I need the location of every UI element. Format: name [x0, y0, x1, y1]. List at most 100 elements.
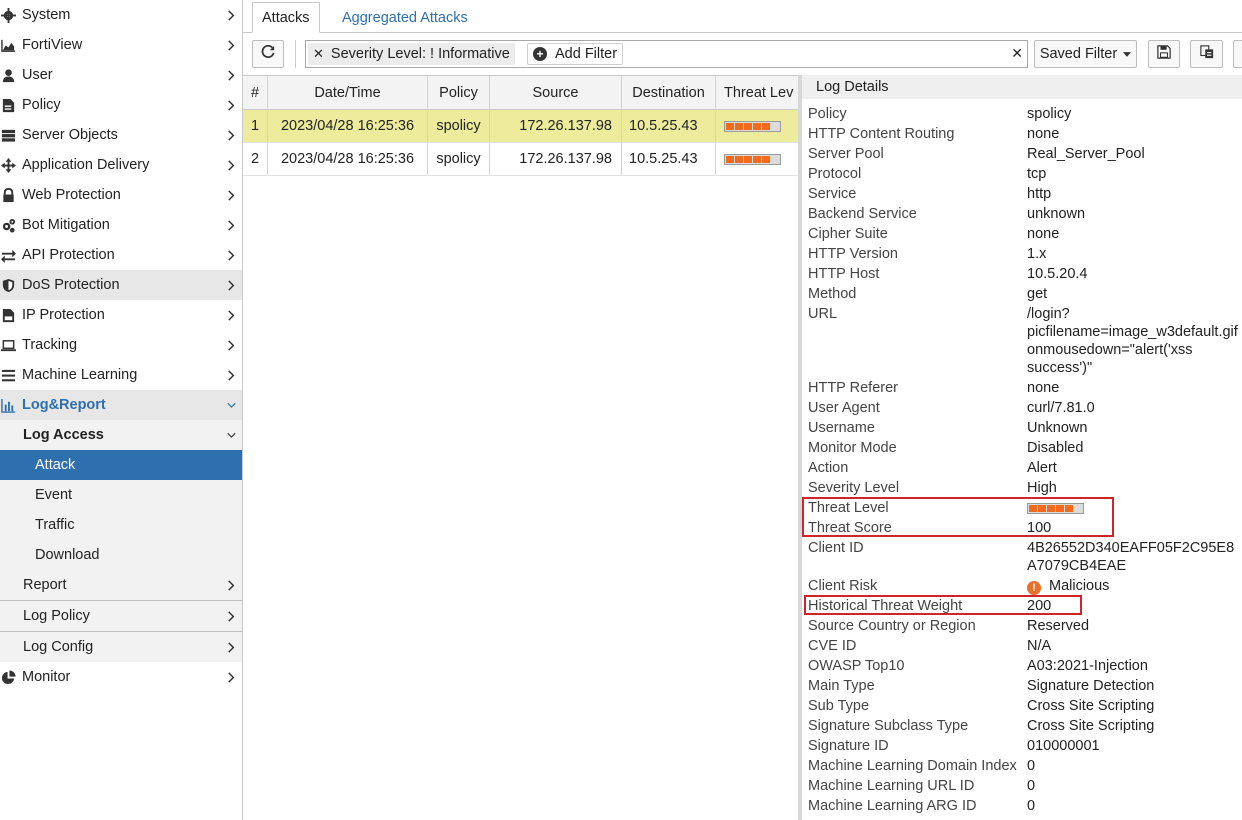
- sidebar-item-monitor[interactable]: Monitor: [0, 662, 242, 692]
- warning-icon: !: [1027, 581, 1041, 595]
- sidebar-item-attack[interactable]: Attack: [0, 450, 242, 480]
- lock-icon: [0, 187, 22, 203]
- more-button[interactable]: [1233, 40, 1242, 68]
- caret-down-icon: [1123, 51, 1132, 57]
- sidebar-item-system[interactable]: System: [0, 0, 242, 30]
- laptop-icon: [0, 338, 22, 353]
- threat-segment: [771, 122, 779, 130]
- sidebar-item-label: API Protection: [22, 247, 115, 263]
- sidebar-item-label: Log Config: [23, 639, 94, 655]
- col-header-num[interactable]: #: [243, 76, 268, 109]
- add-filter-button[interactable]: + Add Filter: [527, 43, 624, 65]
- sidebar-item-label: Application Delivery: [22, 157, 150, 173]
- detail-key: Sub Type: [808, 698, 870, 714]
- sidebar-item-log-report[interactable]: Log&Report: [0, 390, 242, 420]
- detail-value: Reserved: [1027, 618, 1090, 634]
- chevron-right-icon: [220, 249, 242, 261]
- detail-value: High: [1027, 480, 1057, 496]
- sidebar-item-label: Attack: [35, 457, 76, 473]
- col-header-destination[interactable]: Destination: [622, 76, 716, 109]
- col-header-source[interactable]: Source: [490, 76, 622, 109]
- clear-filters-icon[interactable]: ✕: [1011, 45, 1023, 62]
- sidebar-item-log-access[interactable]: Log Access: [0, 420, 242, 450]
- saved-filter-dropdown[interactable]: Saved Filter: [1034, 40, 1137, 68]
- sidebar-item-download[interactable]: Download: [0, 540, 242, 570]
- detail-value[interactable]: 4B26552D340EAFF05F2C95E8 A7079CB4EAE: [1027, 539, 1242, 575]
- sidebar-item-label: Monitor: [22, 669, 71, 685]
- saved-filter-label: Saved Filter: [1039, 46, 1118, 62]
- sidebar-item-label: Tracking: [22, 337, 78, 353]
- detail-value: 0: [1027, 758, 1036, 774]
- add-filter-label: Add Filter: [555, 46, 618, 62]
- detail-key: Protocol: [808, 166, 862, 182]
- detail-key: Username: [808, 420, 875, 436]
- sidebar-item-ip-protection[interactable]: IP Protection: [0, 300, 242, 330]
- client-risk-value: Malicious: [1049, 578, 1110, 594]
- sidebar-item-user[interactable]: User: [0, 60, 242, 90]
- sidebar-item-label: Log Policy: [23, 608, 90, 624]
- threat-segment: [753, 122, 761, 130]
- detail-value: Cross Site Scripting: [1027, 718, 1155, 734]
- policy-icon: [0, 98, 22, 113]
- sidebar-item-application-delivery[interactable]: Application Delivery: [0, 150, 242, 180]
- sidebar-item-bot-mitigation[interactable]: Bot Mitigation: [0, 210, 242, 240]
- chevron-right-icon: [220, 369, 242, 381]
- sidebar-item-label: DoS Protection: [22, 277, 120, 293]
- sidebar-item-traffic[interactable]: Traffic: [0, 510, 242, 540]
- sidebar-item-label: Event: [35, 487, 73, 503]
- export-button[interactable]: [1190, 40, 1223, 68]
- detail-value: Unknown: [1027, 420, 1088, 436]
- detail-value[interactable]: A03:2021-Injection: [1027, 657, 1242, 675]
- chevron-right-icon: [220, 189, 242, 201]
- detail-key: HTTP Host: [808, 266, 880, 282]
- chevron-right-icon: [220, 279, 242, 291]
- table-row[interactable]: 2 2023/04/28 16:25:36 spolicy 172.26.137…: [243, 143, 799, 176]
- refresh-button[interactable]: [252, 40, 284, 68]
- detail-value: get: [1027, 286, 1048, 302]
- sidebar-item-log-policy[interactable]: Log Policy: [0, 601, 242, 631]
- threat-segment: [771, 155, 779, 163]
- col-header-policy[interactable]: Policy: [428, 76, 490, 109]
- sidebar-item-machine-learning[interactable]: Machine Learning: [0, 360, 242, 390]
- sidebar-item-dos-protection[interactable]: DoS Protection: [0, 270, 242, 300]
- sidebar-item-web-protection[interactable]: Web Protection: [0, 180, 242, 210]
- sidebar-item-label: FortiView: [22, 37, 83, 53]
- chevron-right-icon: [220, 641, 242, 653]
- shield-icon: [0, 278, 22, 293]
- detail-key: OWASP Top10: [808, 658, 905, 674]
- row-threat-level: [716, 143, 799, 175]
- threat-segment: [735, 155, 743, 163]
- tab-attacks[interactable]: Attacks: [252, 2, 320, 33]
- detail-value: none: [1027, 226, 1060, 242]
- sidebar-item-label: System: [22, 7, 71, 23]
- col-header-threat-level[interactable]: Threat Lev: [716, 76, 799, 109]
- remove-filter-icon[interactable]: ✕: [313, 46, 324, 62]
- sidebar-item-report[interactable]: Report: [0, 570, 242, 600]
- tab-aggregated-attacks[interactable]: Aggregated Attacks: [333, 2, 477, 33]
- detail-key: HTTP Referer: [808, 380, 898, 396]
- row-policy: spolicy: [428, 110, 490, 142]
- threat-segment: [753, 155, 761, 163]
- sidebar-item-event[interactable]: Event: [0, 480, 242, 510]
- filter-chip-severity[interactable]: ✕ Severity Level: ! Informative: [308, 43, 515, 65]
- detail-value: 1.x: [1027, 246, 1047, 262]
- detail-value: unknown: [1027, 206, 1086, 222]
- detail-value: tcp: [1027, 166, 1047, 182]
- sidebar-item-api-protection[interactable]: API Protection: [0, 240, 242, 270]
- bar-chart-icon: [0, 398, 22, 413]
- chevron-right-icon: [220, 69, 242, 81]
- save-button[interactable]: [1148, 40, 1180, 68]
- sidebar-item-server-objects[interactable]: Server Objects: [0, 120, 242, 150]
- sidebar-item-log-config[interactable]: Log Config: [0, 632, 242, 662]
- chevron-right-icon: [220, 129, 242, 141]
- sidebar-item-policy[interactable]: Policy: [0, 90, 242, 120]
- filter-bar[interactable]: ✕ Severity Level: ! Informative + Add Fi…: [305, 40, 1028, 68]
- row-source: 172.26.137.98: [490, 110, 622, 142]
- sidebar-item-fortiview[interactable]: FortiView: [0, 30, 242, 60]
- sidebar-item-tracking[interactable]: Tracking: [0, 330, 242, 360]
- col-header-datetime[interactable]: Date/Time: [268, 76, 428, 109]
- detail-key: Machine Learning URL ID: [808, 778, 975, 794]
- table-row[interactable]: 1 2023/04/28 16:25:36 spolicy 172.26.137…: [243, 110, 799, 143]
- detail-value: 010000001: [1027, 738, 1100, 754]
- detail-key: Method: [808, 286, 857, 302]
